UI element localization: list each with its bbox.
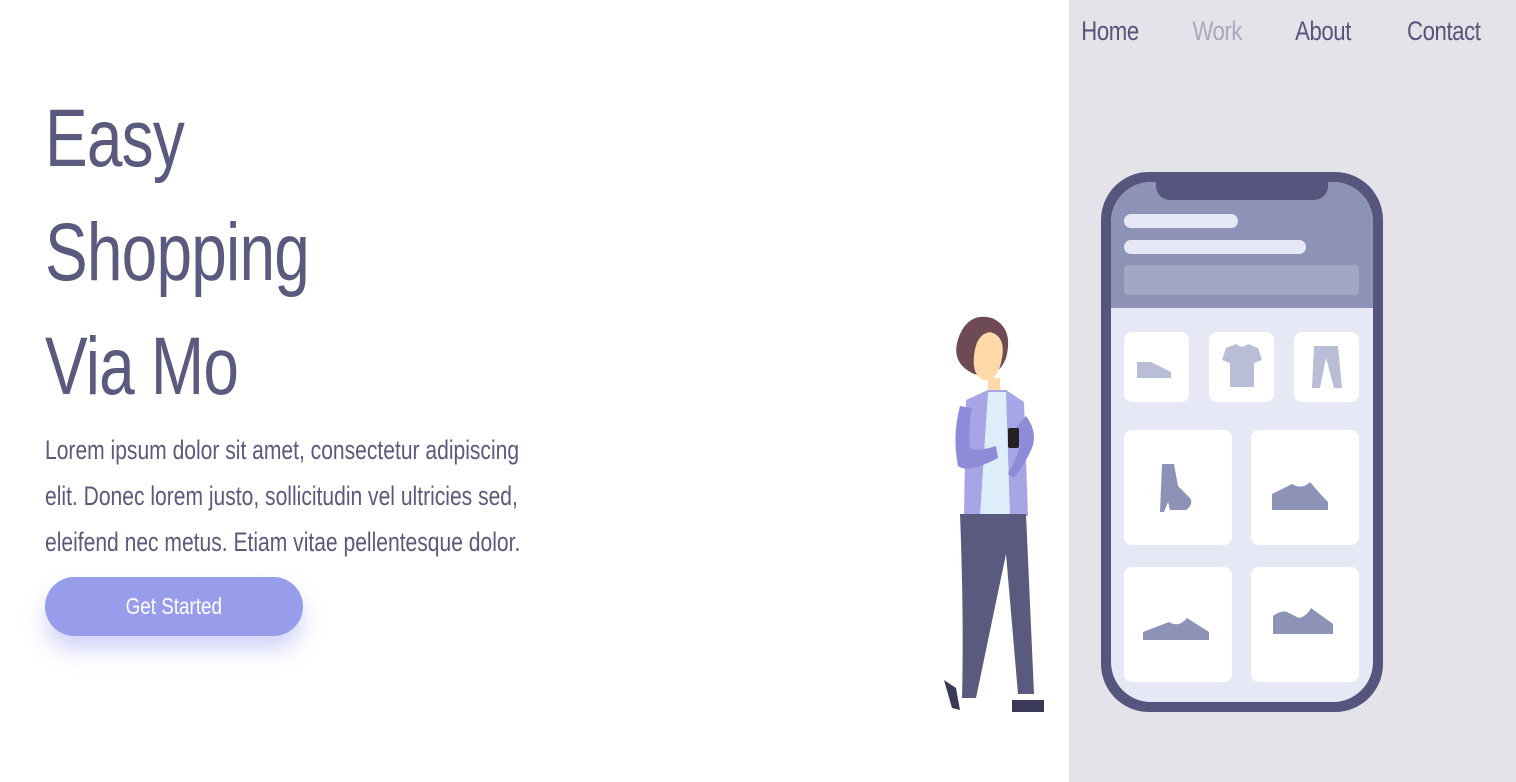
shopping-illustration bbox=[944, 172, 1383, 712]
hero-title-line: Shopping bbox=[45, 207, 310, 298]
phone-illustration bbox=[1101, 172, 1383, 712]
woman-illustration bbox=[944, 316, 1044, 712]
landing-page: Home Work About Contact Easy Shopping Vi… bbox=[0, 0, 1516, 782]
nav-work-link[interactable]: Work bbox=[1192, 16, 1242, 47]
get-started-button[interactable]: Get Started bbox=[45, 577, 303, 636]
top-nav: Home Work About Contact bbox=[1075, 16, 1489, 47]
hero-title-line: Via Mo bbox=[45, 321, 239, 412]
nav-home-link[interactable]: Home bbox=[1081, 16, 1139, 47]
nav-about-link[interactable]: About bbox=[1296, 16, 1352, 47]
get-started-label: Get Started bbox=[125, 593, 223, 619]
hero-title-line: Easy bbox=[45, 93, 185, 184]
hero-title: Easy Shopping Via Mo bbox=[45, 82, 310, 424]
hero-description: Lorem ipsum dolor sit amet, consectetur … bbox=[45, 435, 521, 557]
nav-contact-link[interactable]: Contact bbox=[1407, 16, 1481, 47]
